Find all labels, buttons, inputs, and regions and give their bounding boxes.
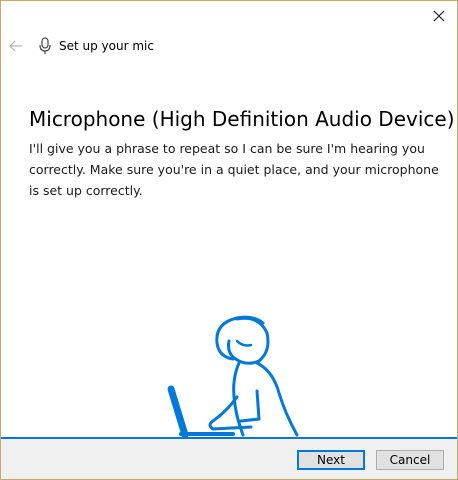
page-description: I'll give you a phrase to repeat so I ca… xyxy=(29,141,439,198)
arm-outline xyxy=(208,395,253,431)
next-button[interactable]: Next xyxy=(297,450,365,470)
header-bar: Set up your mic xyxy=(1,31,301,61)
face-line xyxy=(235,339,253,347)
person-at-laptop-illustration xyxy=(167,315,299,439)
laptop-screen xyxy=(167,385,189,439)
cancel-button[interactable]: Cancel xyxy=(376,450,444,470)
header-title: Set up your mic xyxy=(59,39,154,53)
close-button[interactable] xyxy=(425,3,453,29)
page-title: Microphone (High Definition Audio Device… xyxy=(29,107,455,131)
back-button[interactable] xyxy=(1,31,31,61)
footer-bar: Next Cancel xyxy=(1,437,457,479)
back-arrow-icon xyxy=(9,40,22,52)
close-icon xyxy=(433,10,445,22)
arm-inner-outline xyxy=(239,389,261,423)
hair-outline xyxy=(215,315,265,361)
back-outline xyxy=(255,361,299,437)
head-outline xyxy=(227,316,270,365)
setup-window: Set up your mic Microphone (High Definit… xyxy=(0,0,458,480)
microphone-icon xyxy=(35,34,55,58)
